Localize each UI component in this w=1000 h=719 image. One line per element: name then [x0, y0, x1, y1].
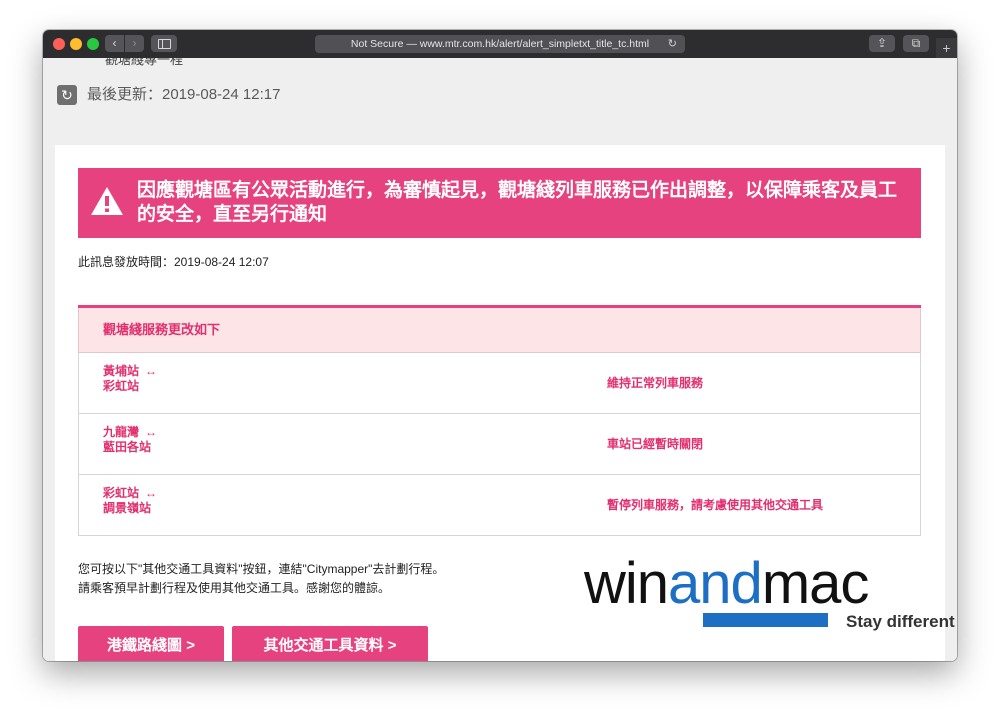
station-pair: 黃埔站 ↔ 彩虹站: [103, 364, 157, 394]
to-station: 藍田各站: [103, 440, 152, 454]
instructions-line-1: 您可按以下"其他交通工具資料"按鈕，連結"Citymapper"去計劃行程。: [78, 562, 445, 576]
minimize-window-button[interactable]: [70, 38, 82, 50]
service-status: 暫停列車服務，請考慮使用其他交通工具: [607, 498, 824, 512]
route-map-button[interactable]: 港鐵路綫圖 >: [78, 626, 224, 661]
to-station: 彩虹站: [103, 379, 140, 393]
watermark-tagline: Stay different: [846, 612, 955, 631]
from-station: 九龍灣: [103, 425, 140, 439]
plus-icon: +: [942, 40, 951, 56]
refresh-icon[interactable]: ↻: [57, 85, 77, 105]
to-station: 調景嶺站: [103, 501, 152, 515]
station-pair: 彩虹站 ↔ 調景嶺站: [103, 486, 157, 516]
clipped-line: 觀塘綫專一程: [105, 58, 184, 67]
maximize-window-button[interactable]: [87, 38, 99, 50]
station-pair: 九龍灣 ↔ 藍田各站: [103, 425, 157, 455]
watermark-mac: mac: [761, 551, 870, 616]
show-tabs-button[interactable]: ⧉: [903, 35, 929, 52]
last-updated-text: 最後更新：2019-08-24 12:17: [87, 86, 281, 103]
share-button[interactable]: ⇪: [869, 35, 895, 52]
tabs-icon: ⧉: [911, 36, 921, 50]
service-status: 車站已經暫時關閉: [607, 437, 704, 451]
address-bar[interactable]: Not Secure — www.mtr.com.hk/alert/alert_…: [315, 35, 685, 53]
watermark-wordmark: winandmac: [584, 551, 870, 616]
chevron-left-icon: ‹: [112, 36, 117, 50]
instructions-line-2: 請乘客預早計劃行程及使用其他交通工具。感謝您的體諒。: [78, 581, 391, 595]
back-button[interactable]: ‹: [105, 35, 124, 52]
service-table: 觀塘綫服務更改如下 黃埔站 ↔ 彩虹站 維持正常列車服務 九龍灣 ↔ 藍田各站 車站…: [78, 305, 921, 536]
from-station: 彩虹站: [103, 486, 140, 500]
title-bar: ‹ › Not Secure — www.mtr.com.hk/alert/al…: [43, 30, 957, 58]
sidebar-icon: [158, 39, 171, 49]
reload-icon[interactable]: ↻: [668, 35, 677, 53]
bidirectional-arrow-icon: ↔: [145, 425, 158, 439]
alert-title: 因應觀塘區有公眾活動進行，為審慎起見，觀塘綫列車服務已作出調整，以保障乘客及員工…: [137, 180, 898, 225]
new-tab-button[interactable]: +: [936, 38, 957, 58]
table-row: 九龍灣 ↔ 藍田各站 車站已經暫時關閉: [78, 414, 921, 475]
warning-icon: [91, 187, 123, 215]
watermark-win: win: [584, 551, 669, 616]
service-status: 維持正常列車服務: [607, 376, 704, 390]
address-text: Not Secure — www.mtr.com.hk/alert/alert_…: [350, 38, 650, 50]
table-header: 觀塘綫服務更改如下: [78, 308, 921, 353]
bidirectional-arrow-icon: ↔: [145, 364, 158, 378]
forward-button[interactable]: ›: [125, 35, 144, 52]
bidirectional-arrow-icon: ↔: [145, 486, 158, 500]
chevron-right-icon: ›: [132, 36, 137, 50]
table-row: 黃埔站 ↔ 彩虹站 維持正常列車服務: [78, 353, 921, 414]
from-station: 黃埔站: [103, 364, 140, 378]
table-row: 彩虹站 ↔ 調景嶺站 暫停列車服務，請考慮使用其他交通工具: [78, 475, 921, 536]
sidebar-toggle-button[interactable]: [151, 35, 177, 52]
instructions: 您可按以下"其他交通工具資料"按鈕，連結"Citymapper"去計劃行程。 請…: [78, 560, 444, 598]
close-window-button[interactable]: [53, 38, 65, 50]
issue-time: 此訊息發放時間：2019-08-24 12:07: [78, 255, 269, 269]
watermark-and: and: [668, 551, 763, 616]
alert-banner: 因應觀塘區有公眾活動進行，為審慎起見，觀塘綫列車服務已作出調整，以保障乘客及員工…: [78, 168, 921, 238]
watermark-underline: [703, 613, 828, 627]
share-icon: ⇪: [876, 36, 888, 50]
other-transport-button[interactable]: 其他交通工具資料 >: [232, 626, 428, 661]
watermark-logo: winandmac Stay different: [584, 554, 974, 634]
